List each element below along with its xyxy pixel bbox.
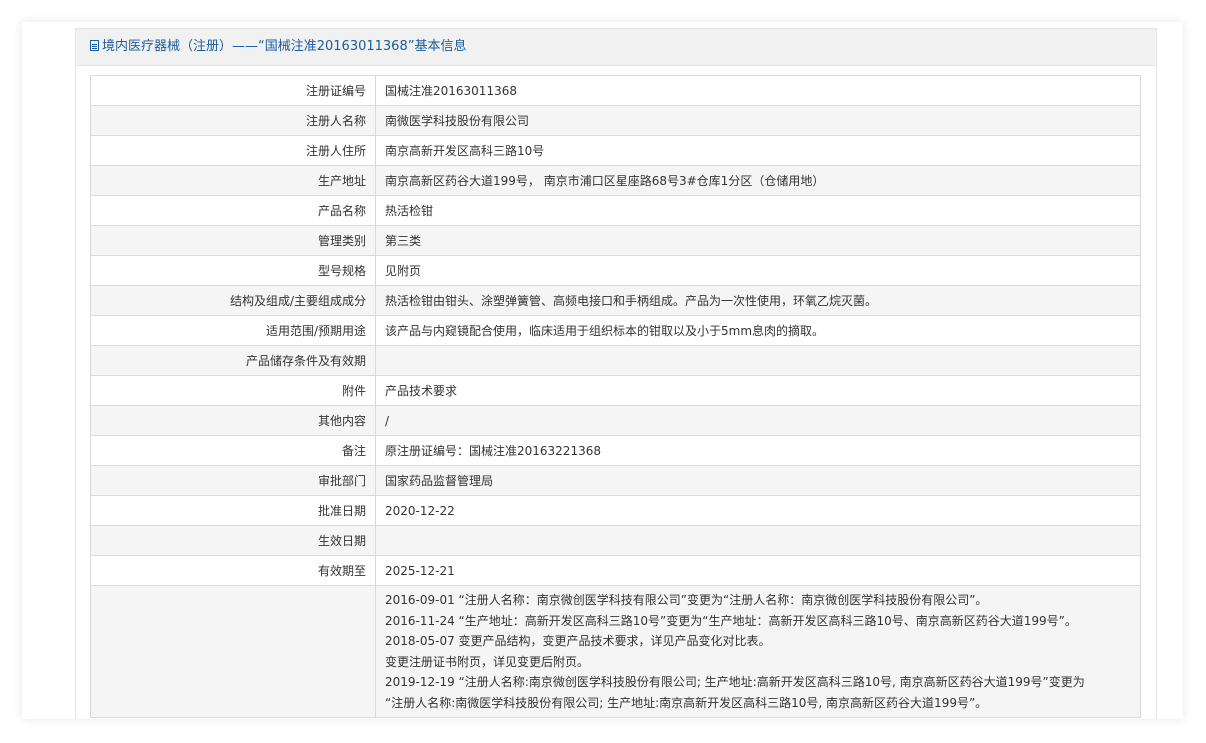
field-label: 其他内容 bbox=[90, 405, 376, 436]
table-row: 生产地址 南京高新区药谷大道199号， 南京市浦口区星座路68号3#仓库1分区（仓… bbox=[90, 165, 1141, 196]
field-label: 附件 bbox=[90, 375, 376, 406]
table-row: 附件 产品技术要求 bbox=[90, 375, 1141, 406]
field-label: 结构及组成/主要组成成分 bbox=[90, 285, 376, 316]
table-row: 注册证编号 国械注准20163011368 bbox=[90, 75, 1141, 106]
field-value: 国械注准20163011368 bbox=[375, 75, 1141, 106]
field-value: 第三类 bbox=[375, 225, 1141, 256]
field-value: 产品技术要求 bbox=[375, 375, 1141, 406]
field-label: 有效期至 bbox=[90, 555, 376, 586]
change-history-value: 2016-09-01 “注册人名称：南京微创医学科技有限公司”变更为“注册人名称… bbox=[375, 585, 1141, 718]
field-value: 原注册证编号：国械注准20163221368 bbox=[375, 435, 1141, 466]
table-row: 管理类别 第三类 bbox=[90, 225, 1141, 256]
table-row: 产品储存条件及有效期 bbox=[90, 345, 1141, 376]
page-frame: 境内医疗器械（注册）——“国械注准20163011368”基本信息 注册证编号国… bbox=[22, 22, 1183, 719]
field-value: 热活检钳由钳头、涂塑弹簧管、高频电接口和手柄组成。产品为一次性使用，环氧乙烷灭菌… bbox=[375, 285, 1141, 316]
field-label: 批准日期 bbox=[90, 495, 376, 526]
table-row: 批准日期 2020-12-22 bbox=[90, 495, 1141, 526]
field-label: 管理类别 bbox=[90, 225, 376, 256]
change-history-line: “注册人名称:南微医学科技股份有限公司; 生产地址:南京高新开发区高科三路10号… bbox=[385, 695, 988, 710]
field-value: / bbox=[375, 405, 1141, 436]
table-row: 注册人名称 南微医学科技股份有限公司 bbox=[90, 105, 1141, 136]
change-history-label bbox=[90, 585, 376, 718]
table-row: 备注 原注册证编号：国械注准20163221368 bbox=[90, 435, 1141, 466]
panel-title: 境内医疗器械（注册）——“国械注准20163011368”基本信息 bbox=[102, 39, 467, 54]
table-row: 型号规格 见附页 bbox=[90, 255, 1141, 286]
table-row: 结构及组成/主要组成成分 热活检钳由钳头、涂塑弹簧管、高频电接口和手柄组成。产品为… bbox=[90, 285, 1141, 316]
field-value: 见附页 bbox=[375, 255, 1141, 286]
table-row: 适用范围/预期用途 该产品与内窥镜配合使用，临床适用于组织标本的钳取以及小于5mm… bbox=[90, 315, 1141, 346]
table-row: 生效日期 bbox=[90, 525, 1141, 556]
table-row: 有效期至 2025-12-21 bbox=[90, 555, 1141, 586]
info-table: 注册证编号 国械注准20163011368 注册人名称 南微医学科技股份有限公司 注册人… bbox=[90, 75, 1141, 718]
field-value: 2025-12-21 bbox=[375, 555, 1141, 586]
table-row: 审批部门 国家药品监督管理局 bbox=[90, 465, 1141, 496]
field-label: 备注 bbox=[90, 435, 376, 466]
field-label: 注册人住所 bbox=[90, 135, 376, 166]
document-icon bbox=[90, 40, 99, 51]
change-history-line: 2016-11-24 “生产地址：高新开发区高科三路10号”变更为“生产地址：高… bbox=[385, 613, 1077, 628]
field-label: 生效日期 bbox=[90, 525, 376, 556]
field-label: 注册人名称 bbox=[90, 105, 376, 136]
field-value: 南微医学科技股份有限公司 bbox=[375, 105, 1141, 136]
table-row: 注册人住所 南京高新开发区高科三路10号 bbox=[90, 135, 1141, 166]
field-label: 注册证编号 bbox=[90, 75, 376, 106]
field-label: 产品储存条件及有效期 bbox=[90, 345, 376, 376]
field-value: 热活检钳 bbox=[375, 195, 1141, 226]
table-row: 其他内容 / bbox=[90, 405, 1141, 436]
change-history-line: 2018-05-07 变更产品结构，变更产品技术要求，详见产品变化对比表。 bbox=[385, 634, 771, 648]
field-label: 生产地址 bbox=[90, 165, 376, 196]
field-value bbox=[375, 525, 1141, 556]
panel-header: 境内医疗器械（注册）——“国械注准20163011368”基本信息 bbox=[76, 29, 1156, 66]
table-row: 产品名称 热活检钳 bbox=[90, 195, 1141, 226]
field-value: 国家药品监督管理局 bbox=[375, 465, 1141, 496]
field-value: 南京高新开发区高科三路10号 bbox=[375, 135, 1141, 166]
change-history-line: 2016-09-01 “注册人名称：南京微创医学科技有限公司”变更为“注册人名称… bbox=[385, 593, 988, 607]
change-history-line: 变更注册证书附页，详见变更后附页。 bbox=[385, 654, 590, 669]
field-value bbox=[375, 345, 1141, 376]
field-value: 该产品与内窥镜配合使用，临床适用于组织标本的钳取以及小于5mm息肉的摘取。 bbox=[375, 315, 1141, 346]
field-value: 南京高新区药谷大道199号， 南京市浦口区星座路68号3#仓库1分区（仓储用地） bbox=[375, 165, 1141, 196]
field-label: 产品名称 bbox=[90, 195, 376, 226]
field-label: 型号规格 bbox=[90, 255, 376, 286]
device-info-panel: 境内医疗器械（注册）——“国械注准20163011368”基本信息 注册证编号国… bbox=[75, 28, 1157, 719]
field-label: 审批部门 bbox=[90, 465, 376, 496]
field-value: 2020-12-22 bbox=[375, 495, 1141, 526]
field-label: 适用范围/预期用途 bbox=[90, 315, 376, 346]
change-history-row: 2016-09-01 “注册人名称：南京微创医学科技有限公司”变更为“注册人名称… bbox=[90, 585, 1141, 718]
change-history-line: 2019-12-19 “注册人名称:南京微创医学科技股份有限公司; 生产地址:高… bbox=[385, 675, 1085, 689]
